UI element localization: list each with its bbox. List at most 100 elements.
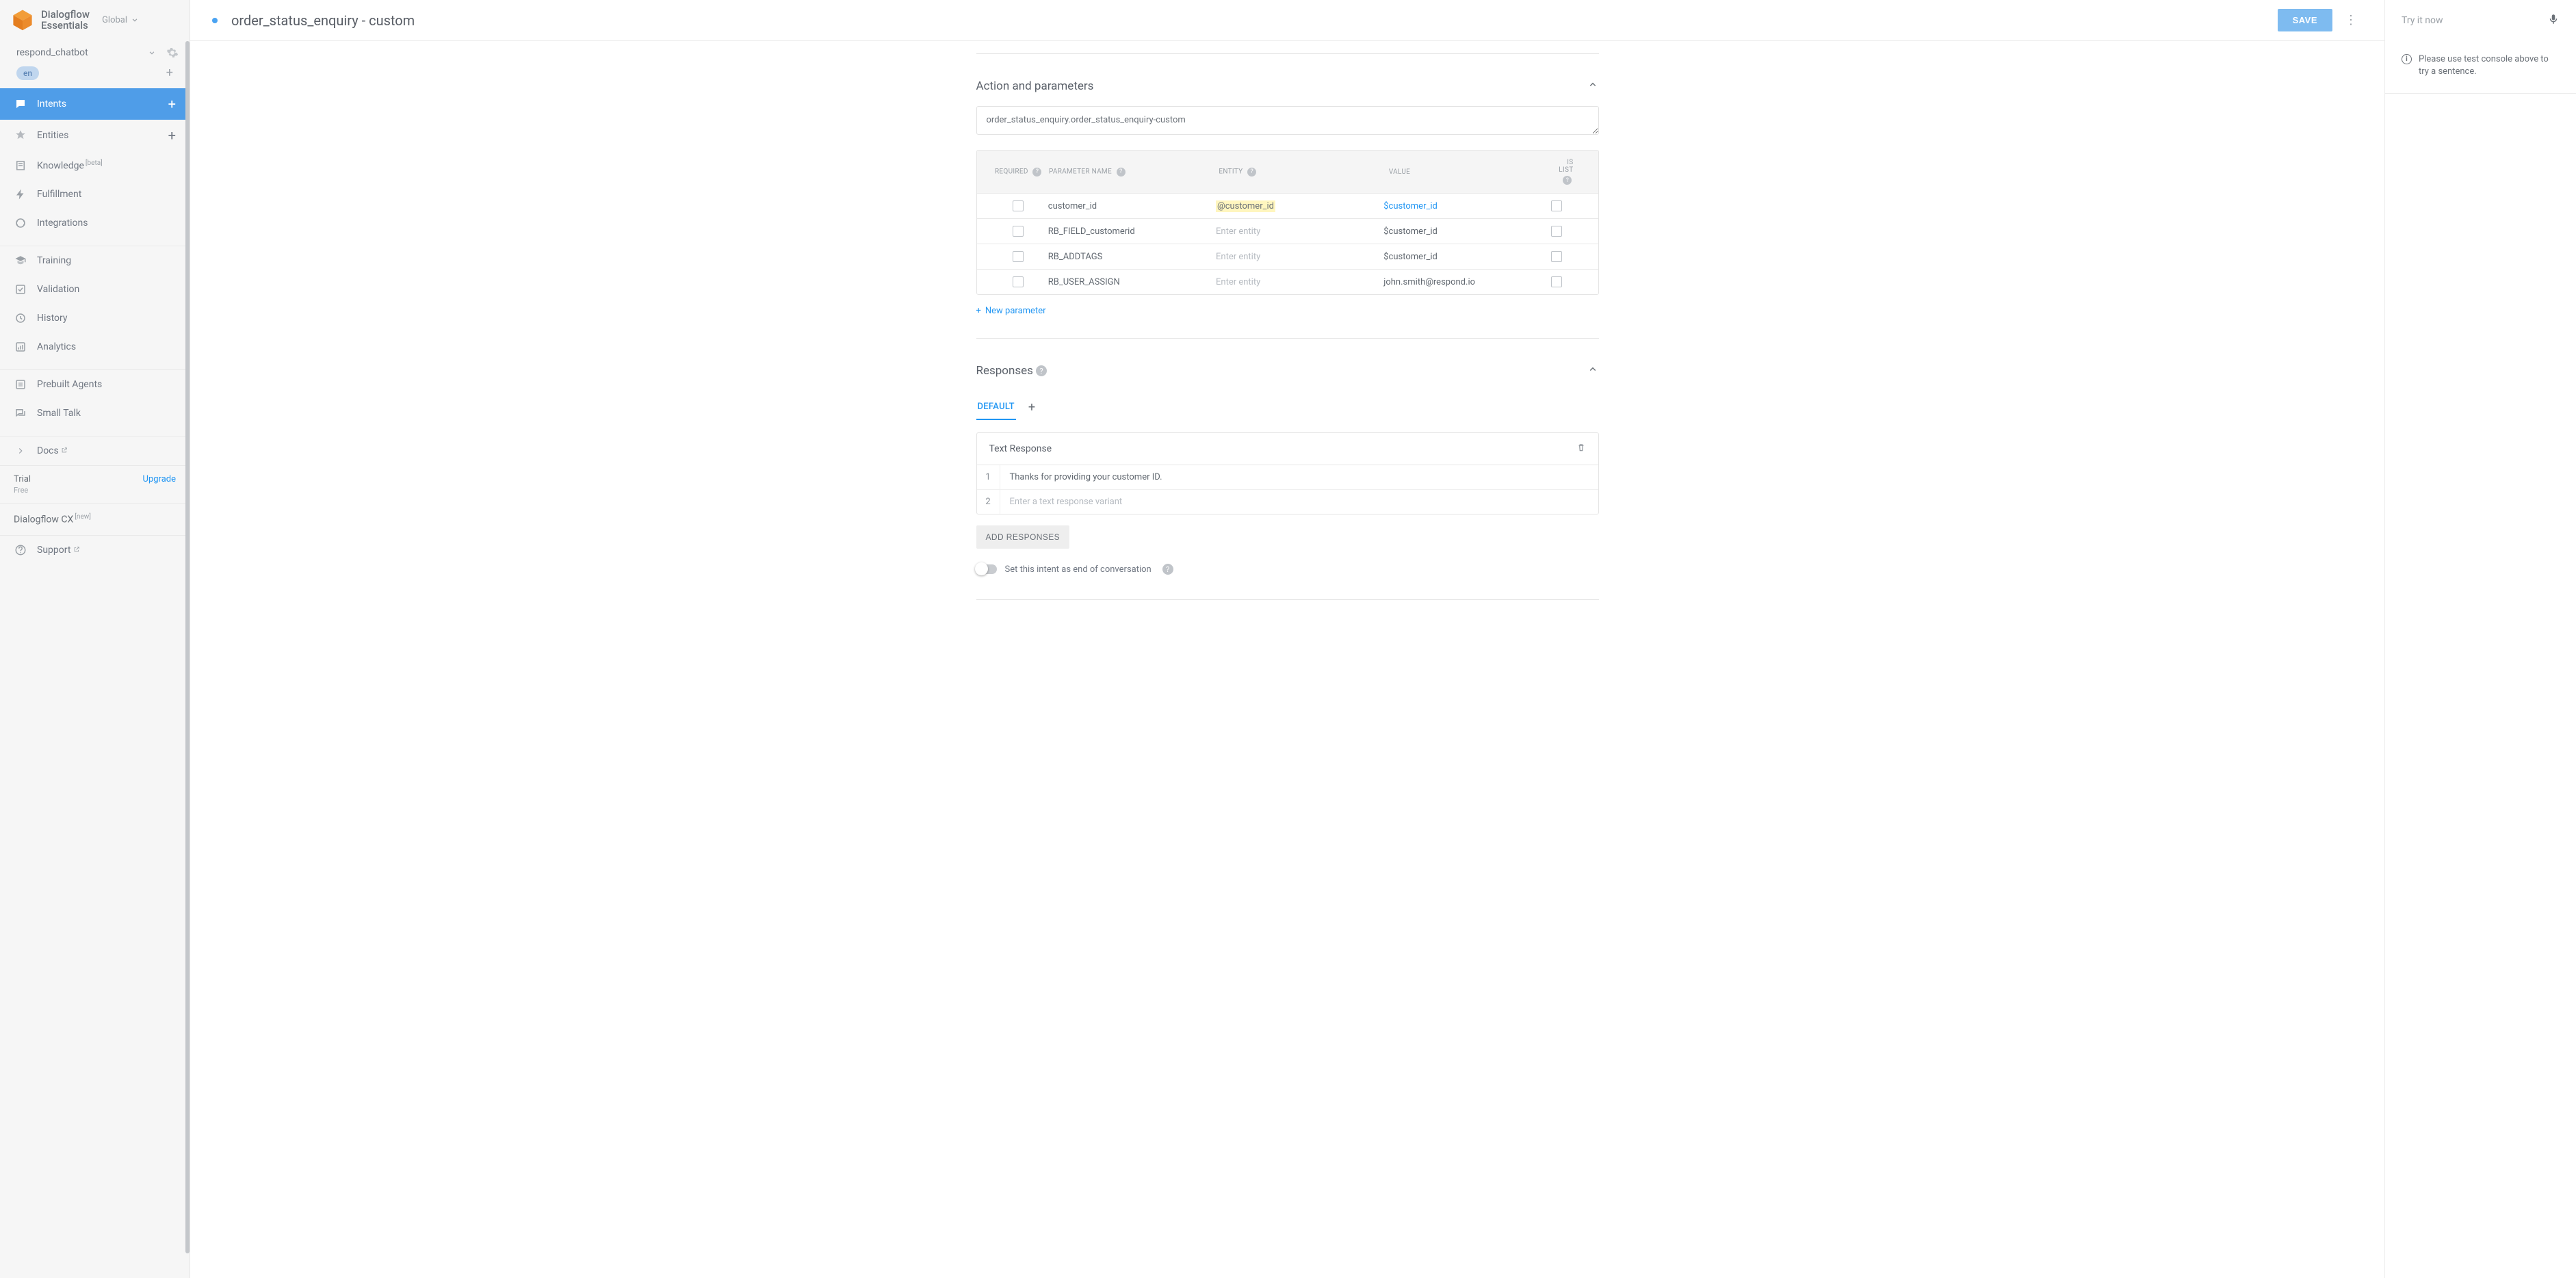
chevron-down-icon [130,15,140,25]
sidebar-item-fulfillment[interactable]: Fulfillment [0,180,190,209]
sidebar-scrollbar[interactable] [185,41,190,1253]
sidebar-item-docs[interactable]: Docs [0,436,190,465]
param-name-cell[interactable]: customer_id [1048,201,1216,211]
add-intent-button[interactable]: + [168,96,176,112]
chevron-up-icon[interactable] [1587,79,1599,94]
text-response-title: Text Response [989,443,1052,454]
sidebar-item-prebuilt[interactable]: Prebuilt Agents [0,369,190,399]
external-link-icon [61,447,68,454]
try-it-panel: Try it now i Please use test console abo… [2384,0,2576,1278]
response-text-placeholder[interactable]: Enter a text response variant [1000,490,1598,514]
prebuilt-icon [14,378,27,391]
sidebar-item-smalltalk[interactable]: Small Talk [0,399,190,428]
more-menu-button[interactable]: ⋮ [2345,13,2357,27]
sidebar-item-knowledge[interactable]: Knowledge[beta] [0,151,190,180]
required-checkbox[interactable] [1013,200,1024,211]
support-icon [14,543,27,557]
chevron-down-icon[interactable] [147,48,157,57]
analytics-icon [14,340,27,354]
col-entity: ENTITY ? [1219,168,1388,177]
required-checkbox[interactable] [1013,276,1024,287]
text-response-card: Text Response 1 Thanks for providing you… [976,432,1599,514]
add-responses-button[interactable]: ADD RESPONSES [976,525,1070,549]
islist-checkbox[interactable] [1551,226,1562,237]
global-dropdown[interactable]: Global [102,15,140,25]
add-language-button[interactable]: + [166,66,173,80]
delete-response-button[interactable] [1576,443,1586,455]
sidebar-item-intents[interactable]: Intents + [0,88,190,120]
param-row[interactable]: customer_id @customer_id $customer_id [977,193,1598,218]
param-row[interactable]: RB_ADDTAGS Enter entity $customer_id [977,244,1598,269]
microphone-icon[interactable] [2547,13,2560,28]
intents-icon [14,97,27,111]
external-link-icon [73,546,80,553]
trial-free: Free [14,486,31,495]
save-button[interactable]: SAVE [2278,9,2332,31]
param-value-cell[interactable]: $customer_id [1383,201,1551,211]
row-number: 1 [977,465,1000,489]
param-entity-cell[interactable]: Enter entity [1216,277,1383,287]
param-name-cell[interactable]: RB_USER_ASSIGN [1048,277,1216,287]
unsaved-indicator [212,18,218,23]
param-value-cell[interactable]: john.smith@respond.io [1383,277,1551,287]
history-icon [14,311,27,325]
tab-default[interactable]: DEFAULT [976,395,1016,420]
required-checkbox[interactable] [1013,251,1024,262]
param-entity-cell[interactable]: Enter entity [1216,226,1383,237]
sidebar-item-validation[interactable]: Validation [0,275,190,304]
section-action-parameters[interactable]: Action and parameters [976,66,1599,106]
param-value-cell[interactable]: $customer_id [1383,252,1551,262]
help-icon[interactable]: ? [1036,365,1047,376]
new-parameter-button[interactable]: +New parameter [976,306,1599,316]
row-number: 2 [977,490,1000,514]
help-icon[interactable]: ? [1117,168,1126,177]
add-entity-button[interactable]: + [168,127,176,144]
islist-checkbox[interactable] [1551,276,1562,287]
sidebar-item-support[interactable]: Support [0,535,190,564]
islist-checkbox[interactable] [1551,200,1562,211]
param-entity-cell[interactable]: @customer_id [1216,201,1383,211]
knowledge-icon [14,159,27,172]
section-responses[interactable]: Responses ? [976,351,1599,391]
add-response-tab-button[interactable]: + [1028,400,1035,415]
chevron-up-icon[interactable] [1587,363,1599,378]
param-name-cell[interactable]: RB_ADDTAGS [1048,252,1216,262]
sidebar-item-entities[interactable]: Entities + [0,120,190,151]
info-icon: i [2402,54,2412,64]
response-text[interactable]: Thanks for providing your customer ID. [1000,465,1598,489]
required-checkbox[interactable] [1013,226,1024,237]
sidebar-item-history[interactable]: History [0,304,190,332]
language-badge[interactable]: en [16,66,39,80]
smalltalk-icon [14,406,27,420]
response-variant-row[interactable]: 2 Enter a text response variant [977,490,1598,514]
help-icon[interactable]: ? [1032,168,1041,177]
col-param-name: PARAMETER NAME ? [1049,168,1219,177]
help-icon[interactable]: ? [1162,564,1173,575]
param-entity-cell[interactable]: Enter entity [1216,252,1383,262]
trial-row: Trial Free Upgrade [0,465,190,503]
response-variant-row[interactable]: 1 Thanks for providing your customer ID. [977,465,1598,490]
action-name-input[interactable] [976,106,1599,135]
sidebar-item-training[interactable]: Training [0,246,190,275]
help-icon[interactable]: ? [1563,176,1572,185]
islist-checkbox[interactable] [1551,251,1562,262]
param-row[interactable]: RB_USER_ASSIGN Enter entity john.smith@r… [977,269,1598,294]
parameters-table: REQUIRED ? PARAMETER NAME ? ENTITY ? VAL… [976,150,1599,295]
param-value-cell[interactable]: $customer_id [1383,226,1551,237]
section-title: Responses [976,364,1033,378]
end-conversation-toggle[interactable] [976,564,997,574]
try-it-input[interactable]: Try it now [2402,15,2547,26]
agent-name: respond_chatbot [16,47,88,58]
param-row[interactable]: RB_FIELD_customerid Enter entity $custom… [977,218,1598,244]
agent-selector[interactable]: respond_chatbot [0,40,190,63]
brand-line2: Essentials [41,20,90,31]
chevron-right-icon [14,444,27,458]
sidebar-item-integrations[interactable]: Integrations [0,209,190,237]
param-name-cell[interactable]: RB_FIELD_customerid [1048,226,1216,237]
sidebar-item-analytics[interactable]: Analytics [0,332,190,361]
help-icon[interactable]: ? [1247,168,1256,177]
logo-row: Dialogflow Essentials Global [0,0,190,40]
gear-icon[interactable] [166,47,179,59]
upgrade-link[interactable]: Upgrade [143,474,176,484]
dialogflow-cx-link[interactable]: Dialogflow CX[new] [0,503,190,535]
